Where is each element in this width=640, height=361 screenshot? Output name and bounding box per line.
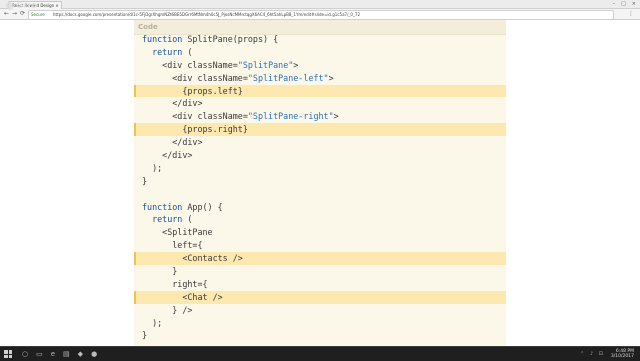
code-line-text: function SplitPane(props) { [142, 34, 279, 44]
address-bar[interactable]: Secure https://docs.google.com/presentat… [28, 10, 614, 20]
windows-start-icon[interactable] [4, 350, 12, 358]
code-line: return ( [134, 46, 506, 59]
code-line: ); [134, 317, 506, 330]
code-line: <SplitPane [134, 226, 506, 239]
window-controls: – □ × [613, 0, 636, 8]
code-panel: Code function SplitPane(props) { return … [134, 20, 506, 346]
code-line-text: <div className="SplitPane-right"> [142, 111, 339, 122]
browser-titlebar: React Rewind Design × – □ × [0, 0, 640, 9]
taskbar-apps: ○ ▭ e ▤ ◆ ● [22, 349, 97, 359]
code-line: } [134, 329, 506, 342]
taskbar: ○ ▭ e ▤ ◆ ● ⌃ ♪ ⊡ 6:48 PM 3/10/2017 [0, 346, 640, 361]
maximize-button[interactable]: □ [621, 0, 626, 8]
code-line-text: </div> [142, 98, 203, 109]
code-line: return ( [134, 213, 506, 226]
code-line-text: } [142, 266, 178, 277]
file-explorer-icon[interactable]: ▤ [63, 349, 70, 359]
code-line: </div> [134, 97, 506, 110]
forward-icon[interactable]: → [12, 10, 17, 18]
code-line-text: right={ [142, 278, 208, 289]
code-line: } [134, 265, 506, 278]
highlighted-code-line: <Contacts /> [134, 252, 506, 266]
code-line: </div> [134, 149, 506, 162]
code-line-text: <Contacts /> [142, 253, 243, 264]
overlay-logo-icon [6, 2, 14, 10]
menu-icon[interactable]: ⋮ [628, 10, 634, 18]
code-line-text: <Chat /> [142, 291, 223, 302]
clock[interactable]: 6:48 PM 3/10/2017 [611, 349, 634, 360]
browser-toolbar: ← → ⟳ Secure https://docs.google.com/pre… [0, 9, 640, 20]
highlighted-code-line: <Chat /> [134, 290, 506, 304]
code-line-text: {props.left} [142, 85, 243, 96]
code-line-text: <SplitPane [142, 227, 213, 238]
code-line: } /> [134, 304, 506, 317]
highlighted-code-line: {props.left} [134, 84, 506, 98]
code-block: function SplitPane(props) { return ( <di… [134, 33, 506, 342]
code-line-text: return ( [152, 46, 193, 57]
reload-icon[interactable]: ⟳ [20, 10, 25, 18]
code-line-text: return ( [152, 214, 193, 225]
code-line: } [134, 175, 506, 188]
url-text[interactable]: https://docs.google.com/presentation/d/1… [53, 11, 360, 19]
page-content: Code function SplitPane(props) { return … [0, 20, 640, 346]
code-line: function App() { [134, 201, 506, 214]
task-view-icon[interactable]: ▭ [36, 349, 43, 359]
secure-label: Secure [31, 12, 45, 17]
tray-icons[interactable]: ⌃ ♪ ⊡ [580, 348, 605, 360]
clock-date: 3/10/2017 [610, 354, 634, 359]
highlighted-code-line: {props.right} [134, 123, 506, 137]
chrome-icon[interactable]: ● [91, 349, 97, 359]
code-line-text: </div> [142, 137, 203, 148]
edge-icon[interactable]: e [51, 349, 55, 359]
nav-buttons: ← → ⟳ [4, 10, 25, 18]
code-line: <div className="SplitPane"> [134, 59, 506, 72]
code-line-text: <div className="SplitPane"> [142, 59, 299, 70]
minimize-button[interactable]: – [613, 0, 616, 8]
code-line: left={ [134, 239, 506, 252]
code-line-text: } [142, 330, 148, 341]
code-line: function SplitPane(props) { [134, 33, 506, 46]
search-icon[interactable]: ○ [22, 349, 28, 359]
code-line: </div> [134, 136, 506, 149]
code-line-text: </div> [142, 150, 193, 161]
code-line-text: left={ [142, 240, 203, 251]
store-icon[interactable]: ◆ [78, 349, 83, 359]
code-line-text: } [142, 175, 148, 186]
code-line: <div className="SplitPane-left"> [134, 72, 506, 85]
code-line: <div className="SplitPane-right"> [134, 110, 506, 123]
code-line-text: {props.right} [142, 124, 248, 135]
code-line-text: ); [142, 317, 163, 328]
code-line-text: ); [142, 162, 163, 173]
code-line-text: <div className="SplitPane-left"> [142, 72, 334, 83]
code-line: ); [134, 162, 506, 175]
overlay-logo-text: Gilo [16, 1, 38, 11]
close-window-button[interactable]: × [632, 0, 636, 8]
code-line: right={ [134, 278, 506, 291]
code-line-text: function App() { [142, 201, 223, 212]
system-tray: ⌃ ♪ ⊡ 6:48 PM 3/10/2017 [580, 348, 634, 360]
code-panel-title: Code [138, 23, 158, 31]
code-line-text: } /> [142, 304, 193, 315]
back-icon[interactable]: ← [4, 10, 9, 18]
